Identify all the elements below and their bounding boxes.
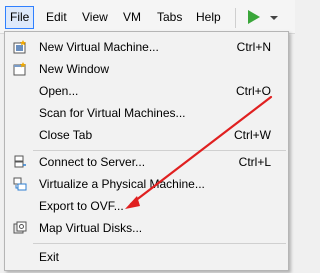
menu-tabs[interactable]: Tabs <box>153 7 186 28</box>
menu-item-label: Close Tab <box>39 128 93 142</box>
shortcut-label: Ctrl+N <box>236 40 271 54</box>
chevron-down-icon[interactable] <box>270 16 278 20</box>
menu-item-label: Export to OVF... <box>39 199 124 213</box>
menu-item-export-to-ovf[interactable]: Export to OVF... <box>5 195 288 217</box>
menu-item-open[interactable]: Open... Ctrl+O <box>5 80 288 102</box>
shortcut-label: Ctrl+L <box>238 155 271 169</box>
menu-view[interactable]: View <box>78 7 112 28</box>
menu-divider <box>33 243 286 244</box>
menu-item-connect-to-server[interactable]: Connect to Server... Ctrl+L <box>5 151 288 173</box>
menu-edit[interactable]: Edit <box>42 7 71 28</box>
menu-item-new-window[interactable]: New Window <box>5 58 288 80</box>
menu-item-label: Virtualize a Physical Machine... <box>39 177 205 191</box>
new-vm-icon <box>13 40 26 54</box>
menu-item-new-virtual-machine[interactable]: New Virtual Machine... Ctrl+N <box>5 36 288 58</box>
menu-item-close-tab[interactable]: Close Tab Ctrl+W <box>5 124 288 146</box>
toolbar-separator <box>235 8 236 28</box>
menu-item-label: New Window <box>39 62 110 76</box>
menu-item-label: Map Virtual Disks... <box>39 221 143 235</box>
menu-bar: File Edit View VM Tabs Help <box>0 0 295 34</box>
map-disks-icon <box>13 221 27 234</box>
connect-server-icon <box>14 155 26 168</box>
menu-item-scan-for-virtual-machines[interactable]: Scan for Virtual Machines... <box>5 102 288 124</box>
menu-item-virtualize-physical-machine[interactable]: Virtualize a Physical Machine... <box>5 173 288 195</box>
menu-item-label: New Virtual Machine... <box>39 40 159 54</box>
menu-item-label: Open... <box>39 84 79 98</box>
new-window-icon <box>13 62 26 76</box>
menu-file[interactable]: File <box>5 6 35 29</box>
file-menu-dropdown: New Virtual Machine... Ctrl+N New Window… <box>4 31 289 271</box>
play-icon[interactable] <box>248 10 260 24</box>
menu-item-exit[interactable]: Exit <box>5 246 288 268</box>
shortcut-label: Ctrl+O <box>235 84 271 98</box>
menu-help[interactable]: Help <box>192 7 225 28</box>
menu-item-map-virtual-disks[interactable]: Map Virtual Disks... <box>5 217 288 239</box>
menu-item-label: Scan for Virtual Machines... <box>39 106 186 120</box>
shortcut-label: Ctrl+W <box>234 128 271 142</box>
menu-item-label: Connect to Server... <box>39 155 146 169</box>
menu-vm[interactable]: VM <box>119 7 145 28</box>
menu-item-label: Exit <box>39 250 60 264</box>
virtualize-icon <box>13 177 27 191</box>
